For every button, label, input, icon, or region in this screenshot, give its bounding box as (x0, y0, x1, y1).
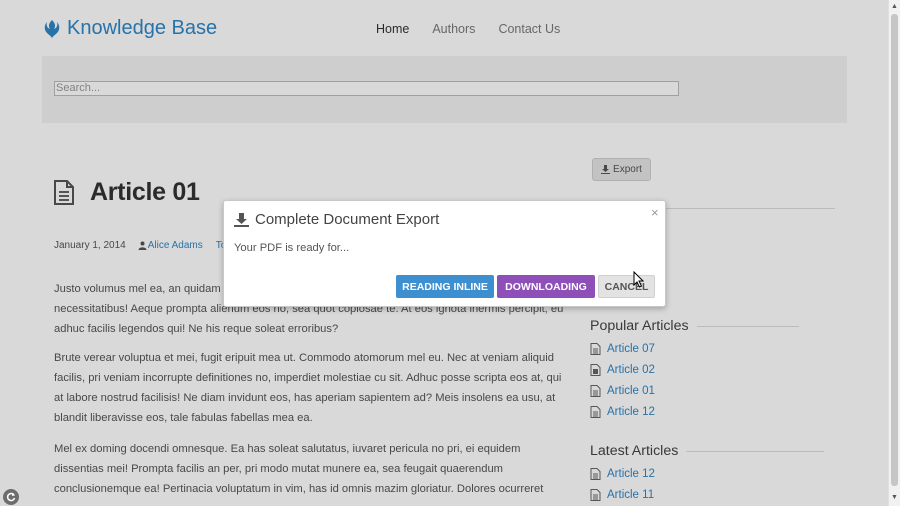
scroll-up-arrow-icon[interactable]: ▲ (891, 3, 898, 10)
refresh-icon[interactable] (3, 489, 19, 505)
export-modal: Complete Document Export × Your PDF is r… (223, 200, 666, 307)
scroll-down-arrow-icon[interactable]: ▼ (891, 494, 898, 501)
vertical-scrollbar[interactable]: ▲ ▼ (888, 0, 900, 506)
download-icon (234, 212, 249, 227)
scrollbar-thumb[interactable] (891, 14, 898, 486)
cancel-button[interactable]: CANCEL (598, 275, 655, 298)
reading-inline-button[interactable]: READING INLINE (396, 275, 494, 298)
page: Knowledge Base Home Authors Contact Us S… (0, 0, 888, 506)
modal-message: Your PDF is ready for... (234, 242, 350, 254)
mouse-cursor-icon (633, 271, 644, 288)
modal-title: Complete Document Export (234, 211, 439, 228)
close-icon[interactable]: × (651, 205, 659, 220)
modal-title-text: Complete Document Export (255, 211, 440, 228)
downloading-button[interactable]: DOWNLOADING (497, 275, 595, 298)
